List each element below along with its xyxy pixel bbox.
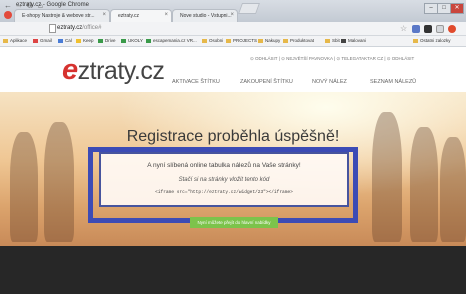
tab-close-icon[interactable]: × bbox=[102, 12, 106, 18]
reload-icon[interactable]: ↻ bbox=[26, 1, 33, 10]
tab-eztraty[interactable]: eztraty.cz × bbox=[110, 9, 172, 22]
message-instruction: Stačí si na stránky vložit tento kód bbox=[178, 177, 270, 183]
tab-label: Nove studio - Vstupni... bbox=[180, 13, 232, 19]
page-title: Registrace proběhla úspěšně! bbox=[126, 128, 340, 145]
extension-icon[interactable] bbox=[448, 25, 456, 33]
url-domain: eztraty.cz bbox=[57, 25, 83, 31]
address-bar[interactable]: eztraty.cz/office# bbox=[57, 25, 101, 31]
bookmark-item[interactable]: UKOLY bbox=[121, 38, 143, 43]
bookmark-item[interactable]: PROJECTS bbox=[226, 38, 257, 43]
site-logo[interactable]: eztraty.cz bbox=[62, 54, 165, 87]
tab-nove-studio[interactable]: Nove studio - Vstupni... × bbox=[172, 9, 238, 22]
bookmark-item[interactable]: Keep bbox=[76, 38, 94, 43]
extension-icon[interactable] bbox=[424, 25, 432, 33]
tab-label: eztraty.cz bbox=[118, 13, 140, 19]
bookmark-item[interactable]: Sbit bbox=[325, 38, 340, 43]
bookmark-item[interactable]: Drive bbox=[98, 38, 116, 43]
go-to-main-menu-button[interactable]: Nyní můžete přejít do hlavní nabídky bbox=[190, 217, 278, 228]
close-button[interactable]: ✕ bbox=[450, 3, 464, 14]
nav-novy-nalez[interactable]: NOVÝ NÁLEZ bbox=[312, 79, 347, 85]
bookmark-item[interactable]: Aplikace bbox=[3, 38, 27, 43]
url-path: /office# bbox=[82, 25, 102, 31]
tab-close-icon[interactable]: × bbox=[164, 12, 168, 18]
nav-seznam-nalezu[interactable]: SEZNAM NÁLEZŮ bbox=[370, 79, 416, 85]
page-footer bbox=[0, 246, 466, 294]
top-utility-nav[interactable]: ⊙ ODHLÁSIT | ⊙ NEJVĚTŠÍ PAVNOVKA | ⊙ TEL… bbox=[250, 56, 414, 62]
home-icon[interactable]: ⌂ bbox=[38, 1, 43, 10]
bookmark-item[interactable]: Nakupy bbox=[258, 38, 280, 43]
page-icon bbox=[49, 24, 56, 33]
bookmark-item[interactable]: Osobni bbox=[202, 38, 223, 43]
embed-code[interactable]: <iframe src="http://eztraty.cz/widget/23… bbox=[99, 190, 349, 195]
bookmark-item[interactable]: Ostatni zalozky bbox=[413, 38, 451, 43]
hero-photo-figure bbox=[440, 137, 466, 242]
nav-zakoupeni-stitku[interactable]: ZAKOUPENÍ ŠTÍTKU bbox=[240, 79, 293, 85]
nav-aktivace-stitku[interactable]: AKTIVACE ŠTÍTKU bbox=[172, 79, 220, 85]
tab-close-icon[interactable]: × bbox=[230, 12, 234, 18]
bookmark-item[interactable]: Produktovat bbox=[283, 38, 314, 43]
tab-eshopy[interactable]: E-shopy Nastroje & webove str... × bbox=[14, 9, 110, 22]
hero-photo-figure bbox=[10, 132, 38, 242]
bookmark-item[interactable]: Malovani bbox=[341, 38, 366, 43]
message-headline: A nyní slíbená online tabulka nálezů na … bbox=[147, 162, 301, 169]
extension-icon[interactable] bbox=[436, 25, 444, 33]
bookmark-item[interactable]: Cal bbox=[58, 38, 72, 43]
forward-icon[interactable]: → bbox=[15, 1, 23, 10]
maximize-button[interactable]: □ bbox=[437, 3, 451, 14]
bookmark-item[interactable]: escapemania.cz VR... bbox=[146, 38, 197, 43]
bookmark-item[interactable]: Gmail bbox=[33, 38, 52, 43]
chrome-logo-icon bbox=[4, 11, 12, 19]
tab-label: E-shopy Nastroje & webove str... bbox=[22, 13, 95, 19]
back-icon[interactable]: ← bbox=[4, 1, 12, 10]
extension-icon[interactable] bbox=[412, 25, 420, 33]
star-icon[interactable]: ☆ bbox=[400, 24, 407, 33]
minimize-button[interactable]: – bbox=[424, 3, 438, 14]
